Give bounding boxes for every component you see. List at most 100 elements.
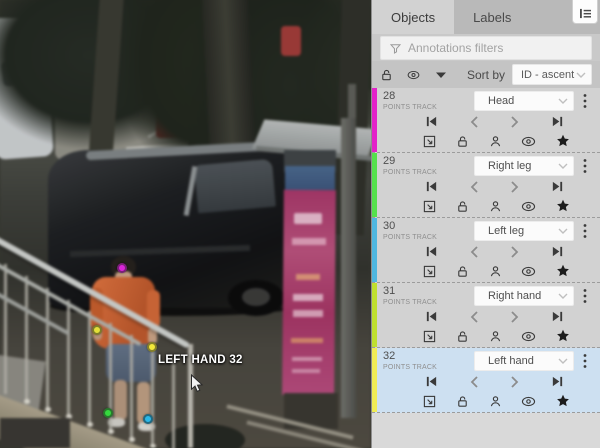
track-label-dropdown[interactable]: Head <box>474 91 574 111</box>
collapse-sidebar-button[interactable] <box>572 0 598 24</box>
hide-all-button[interactable] <box>407 69 420 81</box>
track-item-30[interactable]: 30 POINTS TRACK Left leg <box>372 218 600 283</box>
first-keyframe-icon <box>425 115 438 128</box>
hide-button[interactable] <box>521 136 536 147</box>
last-keyframe-button[interactable] <box>551 180 564 193</box>
track-id: 30 <box>383 221 437 232</box>
switch-outside-button[interactable] <box>423 395 436 408</box>
occluded-button[interactable] <box>489 395 502 408</box>
track-item-32[interactable]: 32 POINTS TRACK Left hand <box>372 348 600 413</box>
last-keyframe-button[interactable] <box>551 375 564 388</box>
chevron-down-icon <box>558 98 568 104</box>
occluded-button[interactable] <box>489 265 502 278</box>
switch-outside-button[interactable] <box>423 200 436 213</box>
lock-button[interactable] <box>456 135 469 148</box>
annotations-filter-input[interactable]: Annotations filters <box>380 36 592 60</box>
keyframe-button[interactable] <box>556 329 570 343</box>
next-keyframe-button[interactable] <box>510 115 520 129</box>
track-label-dropdown[interactable]: Left hand <box>474 351 574 371</box>
track-actions-menu-button[interactable] <box>576 351 594 371</box>
switch-outside-button[interactable] <box>423 265 436 278</box>
person-icon <box>489 135 502 148</box>
right-foot-point[interactable] <box>103 408 113 418</box>
tab-objects[interactable]: Objects <box>372 0 454 34</box>
previous-keyframe-button[interactable] <box>469 115 479 129</box>
lock-button[interactable] <box>456 265 469 278</box>
objects-sidebar: Objects Labels Annotations filters Sort … <box>371 0 600 448</box>
next-keyframe-button[interactable] <box>510 375 520 389</box>
previous-keyframe-button[interactable] <box>469 180 479 194</box>
track-item-29[interactable]: 29 POINTS TRACK Right leg <box>372 153 600 218</box>
next-keyframe-button[interactable] <box>510 180 520 194</box>
hide-button[interactable] <box>521 201 536 212</box>
chevron-right-icon <box>510 245 520 259</box>
track-label-dropdown[interactable]: Left leg <box>474 221 574 241</box>
filter-placeholder: Annotations filters <box>408 41 503 55</box>
previous-keyframe-button[interactable] <box>469 310 479 324</box>
track-item-28[interactable]: 28 POINTS TRACK Head <box>372 88 600 153</box>
hide-button[interactable] <box>521 396 536 407</box>
person-icon <box>489 200 502 213</box>
occluded-button[interactable] <box>489 200 502 213</box>
occluded-button[interactable] <box>489 330 502 343</box>
chevron-left-icon <box>469 310 479 324</box>
right-hand-point[interactable] <box>92 325 102 335</box>
head-point[interactable] <box>117 263 127 273</box>
first-keyframe-button[interactable] <box>425 245 438 258</box>
track-label-dropdown[interactable]: Right leg <box>474 156 574 176</box>
eye-icon <box>521 396 536 407</box>
track-actions-menu-button[interactable] <box>576 221 594 241</box>
first-keyframe-button[interactable] <box>425 310 438 323</box>
chevron-right-icon <box>510 310 520 324</box>
track-type: POINTS TRACK <box>383 299 437 306</box>
outside-icon <box>423 330 436 343</box>
lock-button[interactable] <box>456 200 469 213</box>
first-keyframe-button[interactable] <box>425 115 438 128</box>
last-keyframe-button[interactable] <box>551 115 564 128</box>
hide-button[interactable] <box>521 331 536 342</box>
track-actions-menu-button[interactable] <box>576 91 594 111</box>
next-keyframe-button[interactable] <box>510 245 520 259</box>
previous-keyframe-button[interactable] <box>469 375 479 389</box>
first-keyframe-button[interactable] <box>425 180 438 193</box>
chevron-down-icon <box>558 228 568 234</box>
track-id: 29 <box>383 156 437 167</box>
chevron-right-icon <box>510 115 520 129</box>
track-item-31[interactable]: 31 POINTS TRACK Right hand <box>372 283 600 348</box>
mouse-cursor <box>190 374 204 394</box>
switch-outside-button[interactable] <box>423 135 436 148</box>
lock-button[interactable] <box>456 395 469 408</box>
kebab-menu-icon <box>583 353 587 369</box>
occluded-button[interactable] <box>489 135 502 148</box>
last-keyframe-icon <box>551 245 564 258</box>
track-actions-menu-button[interactable] <box>576 156 594 176</box>
next-keyframe-button[interactable] <box>510 310 520 324</box>
track-label-dropdown[interactable]: Right hand <box>474 286 574 306</box>
lock-all-button[interactable] <box>380 68 393 82</box>
keyframe-button[interactable] <box>556 394 570 408</box>
last-keyframe-button[interactable] <box>551 245 564 258</box>
previous-keyframe-button[interactable] <box>469 245 479 259</box>
last-keyframe-button[interactable] <box>551 310 564 323</box>
keyframe-button[interactable] <box>556 199 570 213</box>
left-hand-point[interactable] <box>147 342 157 352</box>
annotations-filter-row: Annotations filters <box>372 34 600 61</box>
annotation-canvas[interactable]: LEFT HAND 32 <box>0 0 371 448</box>
keyframe-button[interactable] <box>556 264 570 278</box>
hide-button[interactable] <box>521 266 536 277</box>
track-type: POINTS TRACK <box>383 364 437 371</box>
sort-order-dropdown[interactable]: ID - ascent <box>512 64 592 85</box>
objects-toolbar: Sort by ID - ascent <box>372 61 600 88</box>
last-keyframe-icon <box>551 310 564 323</box>
switch-outside-button[interactable] <box>423 330 436 343</box>
keyframe-button[interactable] <box>556 134 570 148</box>
first-keyframe-button[interactable] <box>425 375 438 388</box>
track-actions-menu-button[interactable] <box>576 286 594 306</box>
left-foot-point[interactable] <box>143 414 153 424</box>
last-keyframe-icon <box>551 180 564 193</box>
track-id: 28 <box>383 91 437 102</box>
lock-button[interactable] <box>456 330 469 343</box>
chevron-down-icon <box>558 293 568 299</box>
expand-all-button[interactable] <box>434 71 447 79</box>
tab-labels[interactable]: Labels <box>454 0 530 34</box>
